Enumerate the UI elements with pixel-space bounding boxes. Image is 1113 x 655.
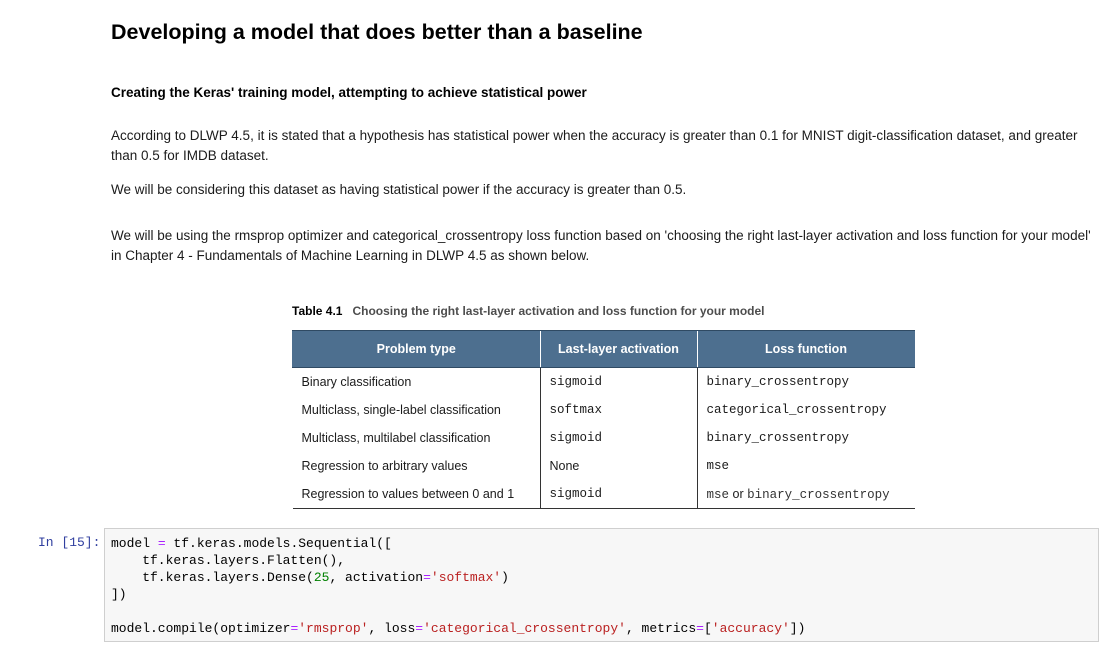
code-token: model xyxy=(111,536,158,551)
code-number: 25 xyxy=(313,570,330,585)
cell-prompt: In [15]: xyxy=(38,535,101,550)
paragraph-optimizer: We will be using the rmsprop optimizer a… xyxy=(111,228,1091,263)
problem-type-cell: Binary classification xyxy=(301,375,412,389)
code-token: tf.keras.models.Sequential([ xyxy=(165,536,392,551)
paragraph-statistical-power: According to DLWP 4.5, it is stated that… xyxy=(111,128,1078,163)
code-token: , metrics xyxy=(625,621,697,636)
code-string: 'accuracy' xyxy=(711,621,790,636)
code-token: ) xyxy=(501,570,509,585)
loss-cell: binary_crossentropy xyxy=(696,367,915,396)
code-operator: = xyxy=(415,621,424,636)
code-operator: = xyxy=(423,570,431,585)
problem-type-cell: Regression to values between 0 and 1 xyxy=(292,480,540,509)
code-string: 'rmsprop' xyxy=(298,621,369,636)
loss-mse: mse xyxy=(706,487,730,502)
or-word: or xyxy=(732,486,744,501)
loss-function-table: Problem type Last-layer activation Loss … xyxy=(292,330,915,509)
table-row: Regression to arbitrary values None mse xyxy=(293,452,915,480)
code-token: , activation xyxy=(329,570,424,585)
table-row: Multiclass, single-label classification … xyxy=(293,396,915,424)
table-caption: Table 4.1 Choosing the right last-layer a… xyxy=(292,304,765,318)
loss-cell: mse xyxy=(696,452,915,480)
table-row: Binary classification sigmoid binary_cro… xyxy=(293,367,915,396)
code-token: , loss xyxy=(368,621,416,636)
problem-type-cell: Multiclass, single-label classification xyxy=(301,403,501,417)
section-heading: Developing a model that does better than… xyxy=(111,20,643,44)
code-operator: = xyxy=(696,621,704,636)
problem-type-cell: Multiclass, multilabel classification xyxy=(301,431,491,445)
code-cell-input[interactable]: model = tf.keras.models.Sequential([ tf.… xyxy=(104,528,1099,642)
table-header-row: Problem type Last-layer activation Loss … xyxy=(292,330,915,368)
code-token: model.compile(optimizer xyxy=(111,621,291,636)
paragraph-threshold: We will be considering this dataset as h… xyxy=(111,182,687,197)
code-token: tf.keras.layers.Flatten(), xyxy=(111,553,346,568)
header-problem-type: Problem type xyxy=(292,330,540,368)
loss-cell: binary_crossentropy xyxy=(696,424,915,452)
code-editor[interactable]: model = tf.keras.models.Sequential([ tf.… xyxy=(111,535,805,637)
code-operator: = xyxy=(157,536,166,551)
code-token: ]) xyxy=(789,621,806,636)
activation-cell: sigmoid xyxy=(539,480,697,509)
code-string: 'softmax' xyxy=(430,570,502,585)
table-row: Multiclass, multilabel classification si… xyxy=(293,424,915,452)
activation-cell: sigmoid xyxy=(539,424,697,452)
activation-cell: sigmoid xyxy=(539,367,697,396)
code-string: 'categorical_crossentropy' xyxy=(423,621,626,636)
table-row: Regression to values between 0 and 1 sig… xyxy=(292,480,915,509)
header-last-layer-activation: Last-layer activation xyxy=(539,330,697,368)
table-caption-text: Choosing the right last-layer activation… xyxy=(352,304,765,318)
code-token: tf.keras.layers.Dense( xyxy=(111,570,314,585)
table-number: Table 4.1 xyxy=(292,304,343,318)
problem-type-cell: Regression to arbitrary values xyxy=(301,459,468,473)
loss-cell: mse or binary_crossentropy xyxy=(696,480,915,509)
loss-binary: binary_crossentropy xyxy=(747,487,890,502)
subsection-heading: Creating the Keras' training model, atte… xyxy=(111,85,587,100)
activation-cell: None xyxy=(539,452,697,480)
activation-cell: softmax xyxy=(539,396,697,424)
loss-cell: categorical_crossentropy xyxy=(696,396,915,424)
code-token: [ xyxy=(703,621,712,636)
code-token: ]) xyxy=(111,587,127,602)
header-loss-function: Loss function xyxy=(696,330,915,368)
